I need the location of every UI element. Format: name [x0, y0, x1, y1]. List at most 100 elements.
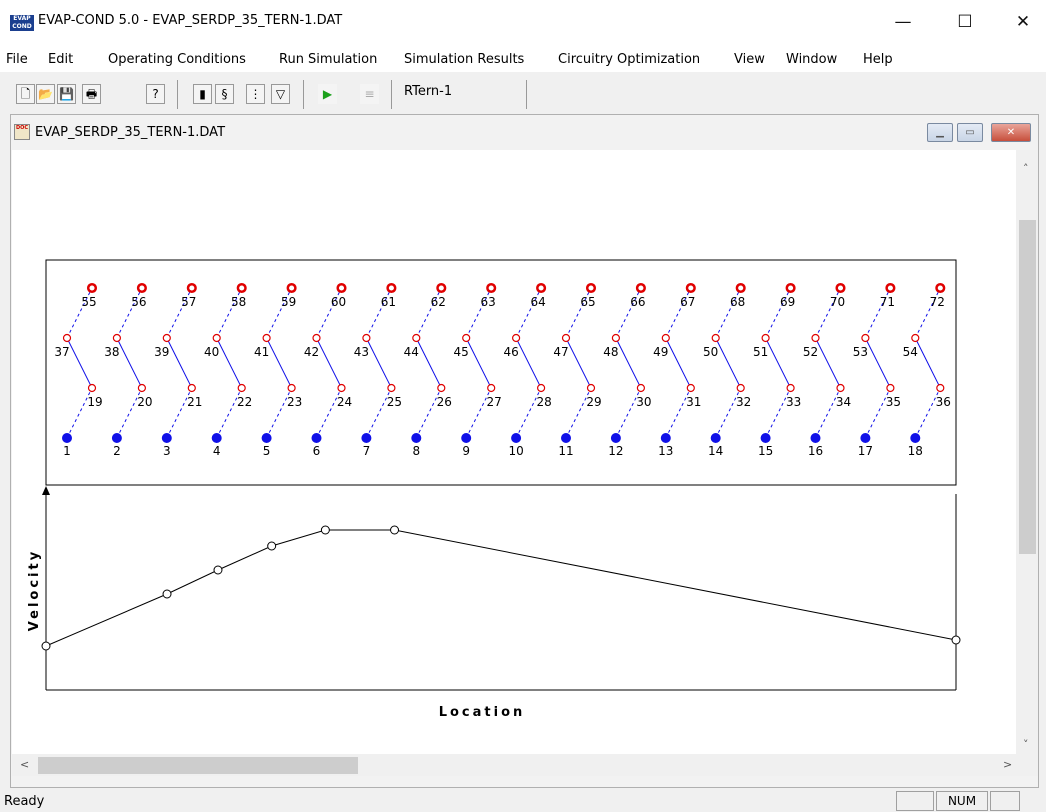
connector-line	[665, 337, 692, 389]
tube-circle	[62, 333, 72, 343]
status-text: Ready	[4, 794, 45, 809]
tube-label: 60	[331, 295, 346, 309]
menu-view[interactable]: View	[734, 52, 765, 67]
child-minimize-button[interactable]: ▁	[927, 123, 953, 142]
help-icon[interactable]: ?	[146, 84, 165, 104]
menu-file[interactable]: File	[6, 52, 28, 67]
scroll-down-arrow-icon[interactable]: ˅	[1023, 738, 1029, 751]
menu-circuitry-optimization[interactable]: Circuitry Optimization	[558, 52, 700, 67]
connector-line	[765, 337, 792, 389]
outlet-tube-circle	[785, 282, 796, 294]
tube-circle	[736, 383, 745, 393]
tube-label: 55	[81, 295, 96, 309]
report-icon[interactable]: ≡	[360, 84, 379, 104]
menu-window[interactable]: Window	[786, 52, 837, 67]
velocity-data-point	[951, 635, 961, 645]
maximize-button[interactable]: ☐	[942, 4, 988, 40]
toolbar-separator	[303, 80, 304, 109]
tube-label: 41	[254, 345, 269, 359]
circuit-icon[interactable]: ⋮	[246, 84, 265, 104]
tube-label: 19	[87, 395, 102, 409]
tube-circle	[512, 333, 521, 343]
tube-circle	[636, 383, 646, 393]
tube-circle	[187, 383, 196, 393]
connector-line	[116, 337, 143, 389]
scroll-corner	[1016, 754, 1038, 776]
inlet-tube-circle	[461, 433, 472, 443]
tube-circle	[387, 383, 396, 393]
outlet-tube-circle	[136, 282, 147, 294]
menu-simulation-results[interactable]: Simulation Results	[404, 52, 524, 67]
outlet-tube-circle	[835, 282, 846, 294]
scroll-left-arrow-icon[interactable]: <	[20, 758, 29, 771]
tube-circle	[911, 333, 920, 343]
tube-label: 26	[437, 395, 452, 409]
minimize-button[interactable]: —	[880, 4, 926, 40]
tube-circle	[312, 333, 321, 343]
tube-label: 17	[858, 444, 873, 458]
tube-label: 53	[853, 345, 868, 359]
outlet-tube-circle	[935, 282, 946, 294]
outlet-tube-circle	[635, 282, 646, 294]
connector-line	[216, 337, 243, 389]
tube-label: 34	[836, 395, 851, 409]
status-bar: Ready NUM	[0, 788, 1046, 812]
child-restore-button[interactable]: ▭	[957, 123, 983, 142]
menu-bar: File Edit Operating Conditions Run Simul…	[0, 44, 1046, 72]
outlet-tube-circle	[336, 282, 347, 294]
save-disk-icon[interactable]: 💾	[57, 84, 76, 104]
refrigerant-can-icon[interactable]: ▮	[193, 84, 212, 104]
tube-circle	[412, 333, 421, 343]
tube-circle	[611, 333, 621, 343]
velocity-data-point	[41, 641, 51, 651]
connector-line	[465, 337, 492, 389]
menu-edit[interactable]: Edit	[48, 52, 73, 67]
window-title: EVAP-COND 5.0 - EVAP_SERDP_35_TERN-1.DAT	[38, 13, 343, 28]
tube-label: 47	[553, 345, 568, 359]
coil-icon[interactable]: §	[215, 84, 234, 104]
new-file-icon[interactable]: 🗋	[16, 84, 35, 104]
open-folder-icon[interactable]: 📂	[36, 84, 55, 104]
filter-icon[interactable]: ▽	[271, 84, 290, 104]
tube-label: 62	[431, 295, 446, 309]
connector-line	[615, 337, 642, 389]
inlet-tube-circle	[62, 433, 72, 443]
child-window-titlebar: DOC EVAP_SERDP_35_TERN-1.DAT ▁ ▭ ✕	[11, 116, 1038, 150]
tube-label: 43	[354, 345, 369, 359]
tube-label: 10	[508, 444, 523, 458]
child-close-button[interactable]: ✕	[991, 123, 1031, 142]
tube-label: 12	[608, 444, 623, 458]
vertical-scroll-thumb[interactable]	[1019, 220, 1036, 554]
scroll-right-arrow-icon[interactable]: >	[1003, 758, 1012, 771]
connector-line	[864, 337, 891, 389]
tube-label: 7	[363, 444, 371, 458]
outlet-tube-circle	[536, 282, 547, 294]
tube-label: 32	[736, 395, 751, 409]
tube-circle	[786, 383, 795, 393]
connector-line	[515, 337, 542, 389]
tube-label: 69	[780, 295, 795, 309]
scroll-up-arrow-icon[interactable]: ˄	[1023, 162, 1029, 175]
printer-icon[interactable]: 🖶	[82, 84, 101, 104]
outlet-tube-circle	[885, 282, 896, 294]
inlet-tube-circle	[311, 433, 322, 443]
close-button[interactable]: ✕	[1000, 4, 1046, 40]
tube-circle	[861, 333, 870, 343]
tube-label: 20	[137, 395, 152, 409]
menu-operating-conditions[interactable]: Operating Conditions	[108, 52, 246, 67]
tube-label: 25	[387, 395, 402, 409]
tube-label: 63	[481, 295, 496, 309]
tube-circle	[212, 333, 221, 343]
outlet-tube-circle	[735, 282, 746, 294]
tube-label: 67	[680, 295, 695, 309]
inlet-tube-circle	[111, 433, 122, 443]
horizontal-scroll-thumb[interactable]	[38, 757, 358, 774]
velocity-series-line	[45, 529, 957, 647]
run-play-icon[interactable]: ▶	[318, 84, 337, 104]
tube-label: 21	[187, 395, 202, 409]
connector-line	[66, 337, 93, 389]
connector-line	[166, 337, 193, 389]
inlet-tube-circle	[511, 433, 522, 443]
menu-help[interactable]: Help	[863, 52, 893, 67]
menu-run-simulation[interactable]: Run Simulation	[279, 52, 377, 67]
